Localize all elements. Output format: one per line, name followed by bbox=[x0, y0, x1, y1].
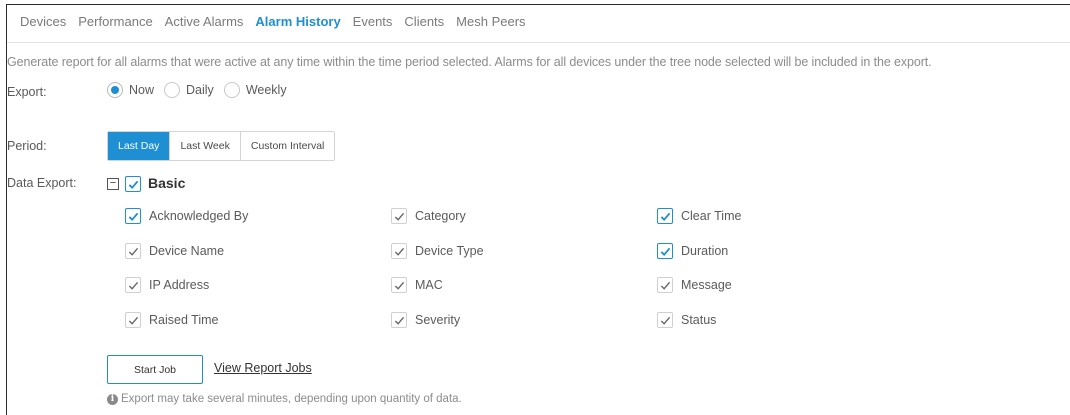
export-now-radio[interactable]: Now bbox=[107, 82, 154, 98]
field-duration[interactable]: Duration bbox=[657, 243, 728, 259]
checkmark-icon bbox=[128, 316, 138, 325]
period-last-week-button[interactable]: Last Week bbox=[170, 132, 241, 160]
checkmark-icon bbox=[128, 281, 138, 290]
tab-performance[interactable]: Performance bbox=[78, 14, 152, 29]
field-clear-time[interactable]: Clear Time bbox=[657, 208, 741, 224]
checkmark-icon bbox=[660, 281, 670, 290]
field-label: Status bbox=[681, 313, 717, 327]
checkbox-checked[interactable] bbox=[657, 208, 673, 224]
export-daily-radio[interactable]: Daily bbox=[164, 82, 214, 98]
data-export-label: Data Export: bbox=[7, 176, 77, 190]
field-acknowledged-by[interactable]: Acknowledged By bbox=[125, 208, 248, 224]
export-now-label: Now bbox=[129, 83, 155, 97]
field-label: Raised Time bbox=[149, 313, 219, 327]
radio-selected-icon bbox=[107, 82, 123, 98]
export-note: i Export may take several minutes, depen… bbox=[107, 393, 462, 405]
tab-clients[interactable]: Clients bbox=[404, 14, 444, 29]
period-segmented-control: Last Day Last Week Custom Interval bbox=[107, 131, 336, 161]
checkmark-icon bbox=[394, 281, 404, 290]
export-daily-label: Daily bbox=[186, 83, 214, 97]
tab-events[interactable]: Events bbox=[353, 14, 393, 29]
info-icon: i bbox=[107, 393, 118, 405]
field-label: Acknowledged By bbox=[149, 209, 249, 223]
basic-group-label: Basic bbox=[148, 175, 186, 191]
field-mac[interactable]: MAC bbox=[391, 277, 443, 293]
checkbox-checked[interactable] bbox=[391, 243, 407, 259]
tab-active-alarms[interactable]: Active Alarms bbox=[165, 14, 244, 29]
checkmark-icon bbox=[128, 180, 138, 189]
field-device-name[interactable]: Device Name bbox=[125, 243, 224, 259]
checkmark-icon bbox=[394, 316, 404, 325]
field-device-type[interactable]: Device Type bbox=[391, 243, 484, 259]
field-label: MAC bbox=[415, 278, 443, 292]
checkmark-icon bbox=[660, 212, 670, 221]
checkbox-checked[interactable] bbox=[391, 277, 407, 293]
export-note-text: Export may take several minutes, dependi… bbox=[121, 393, 462, 405]
export-weekly-label: Weekly bbox=[245, 83, 287, 97]
basic-checkbox[interactable] bbox=[125, 176, 141, 192]
tab-devices[interactable]: Devices bbox=[20, 14, 66, 29]
period-custom-interval-button[interactable]: Custom Interval bbox=[240, 132, 335, 160]
tab-bar: Devices Performance Active Alarms Alarm … bbox=[20, 14, 538, 29]
field-label: Device Name bbox=[149, 244, 225, 258]
checkbox-checked[interactable] bbox=[125, 277, 141, 293]
field-label: Device Type bbox=[415, 244, 484, 258]
checkmark-icon bbox=[660, 316, 670, 325]
field-ip-address[interactable]: IP Address bbox=[125, 277, 209, 293]
field-label: Category bbox=[415, 209, 466, 223]
field-label: IP Address bbox=[149, 278, 210, 292]
checkmark-icon bbox=[394, 247, 404, 256]
radio-unselected-icon bbox=[164, 82, 181, 98]
field-raised-time[interactable]: Raised Time bbox=[125, 312, 218, 328]
tabs-divider bbox=[7, 42, 1070, 43]
checkbox-checked[interactable] bbox=[391, 312, 407, 328]
field-status[interactable]: Status bbox=[657, 312, 716, 328]
period-label: Period: bbox=[7, 139, 47, 153]
radio-unselected-icon bbox=[223, 82, 240, 98]
checkmark-icon bbox=[128, 212, 138, 221]
checkbox-checked[interactable] bbox=[391, 208, 407, 224]
field-category[interactable]: Category bbox=[391, 208, 466, 224]
collapse-toggle-icon[interactable]: − bbox=[107, 178, 119, 190]
field-severity[interactable]: Severity bbox=[391, 312, 460, 328]
tab-alarm-history[interactable]: Alarm History bbox=[255, 14, 340, 29]
tab-mesh-peers[interactable]: Mesh Peers bbox=[456, 14, 525, 29]
field-message[interactable]: Message bbox=[657, 277, 732, 293]
export-radio-group: Now Daily Weekly bbox=[107, 82, 297, 98]
export-weekly-radio[interactable]: Weekly bbox=[223, 82, 287, 98]
checkbox-checked[interactable] bbox=[125, 312, 141, 328]
checkbox-checked[interactable] bbox=[657, 312, 673, 328]
checkbox-checked[interactable] bbox=[125, 243, 141, 259]
checkmark-icon bbox=[660, 247, 670, 256]
period-last-day-button[interactable]: Last Day bbox=[108, 132, 171, 160]
checkbox-checked[interactable] bbox=[657, 277, 673, 293]
checkbox-checked[interactable] bbox=[125, 208, 141, 224]
field-label: Severity bbox=[415, 313, 461, 327]
report-description: Generate report for all alarms that were… bbox=[7, 55, 932, 69]
export-label: Export: bbox=[7, 85, 47, 99]
start-job-button[interactable]: Start Job bbox=[107, 355, 203, 384]
checkmark-icon bbox=[128, 247, 138, 256]
checkmark-icon bbox=[394, 212, 404, 221]
field-label: Message bbox=[681, 278, 732, 292]
field-label: Duration bbox=[681, 244, 729, 258]
field-label: Clear Time bbox=[681, 209, 742, 223]
view-report-jobs-link[interactable]: View Report Jobs bbox=[214, 361, 312, 375]
checkbox-checked[interactable] bbox=[657, 243, 673, 259]
